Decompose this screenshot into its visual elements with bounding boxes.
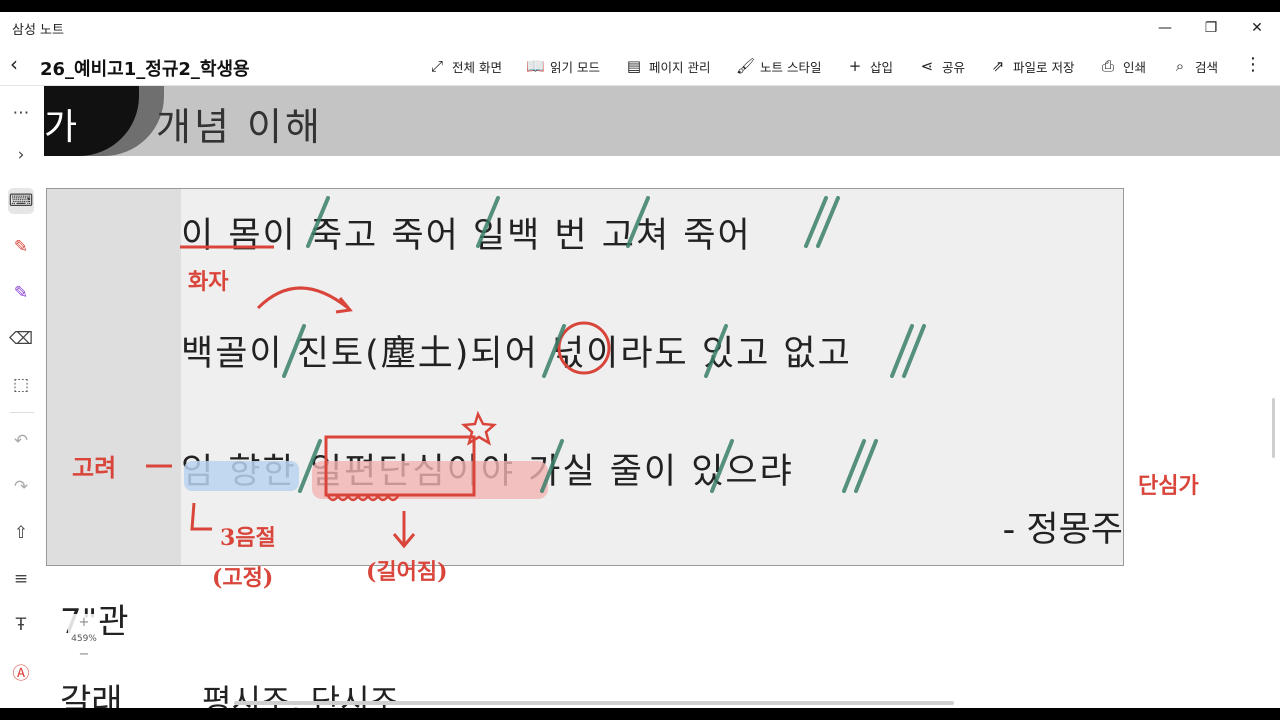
poem-box: 이 몸이 죽고 죽어 일백 번 고쳐 죽어 백골이 진토(塵土)되어 넋이라도 … — [46, 188, 1124, 566]
note-toolbar: ‹ 26_예비고1_정규2_학생용 ⤢ 전체 화면 📖 읽기 모드 ▤ 페이지 … — [0, 44, 1280, 86]
vertical-scrollbar[interactable] — [1272, 398, 1275, 458]
pen-icon[interactable]: ✎ — [8, 234, 34, 260]
page-manage-button[interactable]: ▤ 페이지 관리 — [625, 56, 711, 76]
expand-icon: ⤢ — [430, 57, 443, 75]
poem-line-3: 임 향한 일편단심이야 가실 줄이 있으랴 — [181, 452, 794, 492]
horizontal-scrollbar[interactable] — [234, 701, 954, 705]
page-manage-label: 페이지 관리 — [649, 59, 711, 75]
undo-icon[interactable]: ↶ — [8, 428, 34, 454]
share-label: 공유 — [942, 59, 966, 75]
poem-author: - 정몽주 — [1002, 510, 1123, 550]
zoom-control: + 459% − — [68, 614, 100, 674]
header-title: 개념 이해 — [156, 105, 323, 149]
note-title: 26_예비고1_정규2_학생용 — [40, 59, 250, 80]
annotation-syllables: 3음절 — [220, 525, 276, 551]
shape-icon[interactable]: ⇧ — [8, 520, 34, 546]
note-canvas[interactable]: 가 개념 이해 이 몸이 죽고 죽어 일백 번 고쳐 죽어 백골이 진토(塵土)… — [44, 86, 1280, 708]
annotation-lord: 고려 — [72, 453, 117, 482]
top-letterbox — [0, 0, 1280, 12]
poem-gutter — [47, 189, 181, 565]
zoom-level: 459% — [71, 634, 97, 644]
annotation-lengthened: (길어짐) — [366, 559, 448, 585]
save-to-file-button[interactable]: ⇗ 파일로 저장 — [989, 56, 1075, 76]
read-mode-button[interactable]: 📖 읽기 모드 — [526, 56, 600, 76]
header-badge-text: 가 — [44, 107, 78, 148]
tool-sidebar: ⋯ › ⌨ ✎ ✎ ⌫ ⬚ ↶ ↷ ⇧ ≡ Ŧ Ⓐ — [0, 86, 44, 708]
back-icon[interactable]: ‹ — [10, 54, 30, 76]
highlighter-icon[interactable]: ✎ — [8, 280, 34, 306]
fullscreen-button[interactable]: ⤢ 전체 화면 — [428, 56, 502, 76]
print-label: 인쇄 — [1123, 59, 1147, 75]
maximize-button[interactable]: ❐ — [1188, 12, 1234, 44]
zoom-out-button[interactable]: − — [68, 646, 100, 664]
note-style-label: 노트 스타일 — [760, 59, 822, 75]
more-options-icon[interactable]: ⋮ — [1244, 54, 1262, 75]
search-button[interactable]: ⌕ 검색 — [1171, 56, 1218, 76]
title-bar: 삼성 노트 — ❐ ✕ — [0, 12, 1280, 44]
poem-line-1: 이 몸이 죽고 죽어 일백 번 고쳐 죽어 — [181, 216, 752, 256]
share-icon: ⋖ — [920, 57, 934, 75]
plus-icon: + — [848, 57, 862, 75]
keyboard-icon[interactable]: ⌨ — [8, 188, 34, 214]
annotation-genre: 단심가 — [1138, 473, 1199, 499]
book-icon: 📖 — [526, 57, 545, 75]
insert-label: 삽입 — [870, 59, 894, 75]
font-color-icon[interactable]: Ⓐ — [8, 658, 34, 684]
export-icon: ⇗ — [991, 57, 1005, 75]
close-button[interactable]: ✕ — [1234, 12, 1280, 44]
read-mode-label: 읽기 모드 — [550, 59, 600, 75]
eraser-icon[interactable]: ⌫ — [8, 326, 34, 352]
printer-icon: ⎙ — [1101, 57, 1114, 75]
minimize-button[interactable]: — — [1142, 12, 1188, 44]
share-button[interactable]: ⋖ 공유 — [918, 56, 965, 76]
insert-button[interactable]: + 삽입 — [846, 56, 893, 76]
search-icon: ⌕ — [1175, 57, 1185, 75]
print-button[interactable]: ⎙ 인쇄 — [1099, 56, 1146, 76]
redo-icon[interactable]: ↷ — [8, 474, 34, 500]
genre-label: 갈래 — [60, 682, 123, 708]
search-label: 검색 — [1195, 59, 1219, 75]
page-icon: ▤ — [626, 57, 642, 75]
sidebar-divider — [10, 412, 34, 413]
align-icon[interactable]: ≡ — [8, 566, 34, 592]
zoom-in-button[interactable]: + — [68, 614, 100, 632]
app-title: 삼성 노트 — [12, 22, 64, 38]
annotation-speaker: 화자 — [188, 269, 229, 295]
brush-icon: 🖌 — [736, 57, 756, 75]
expand-sidebar-icon[interactable]: › — [8, 142, 34, 168]
selection-icon[interactable]: ⬚ — [8, 372, 34, 398]
annotation-fixed: (고정) — [212, 565, 274, 591]
note-style-button[interactable]: 🖌 노트 스타일 — [736, 56, 821, 76]
fullscreen-label: 전체 화면 — [452, 59, 502, 75]
save-to-file-label: 파일로 저장 — [1013, 59, 1075, 75]
poem-line-2: 백골이 진토(塵土)되어 넋이라도 있고 없고 — [181, 334, 852, 374]
bottom-letterbox — [0, 708, 1280, 720]
text-tool-icon[interactable]: Ŧ — [8, 612, 34, 638]
grid-menu-icon[interactable]: ⋯ — [8, 100, 34, 126]
